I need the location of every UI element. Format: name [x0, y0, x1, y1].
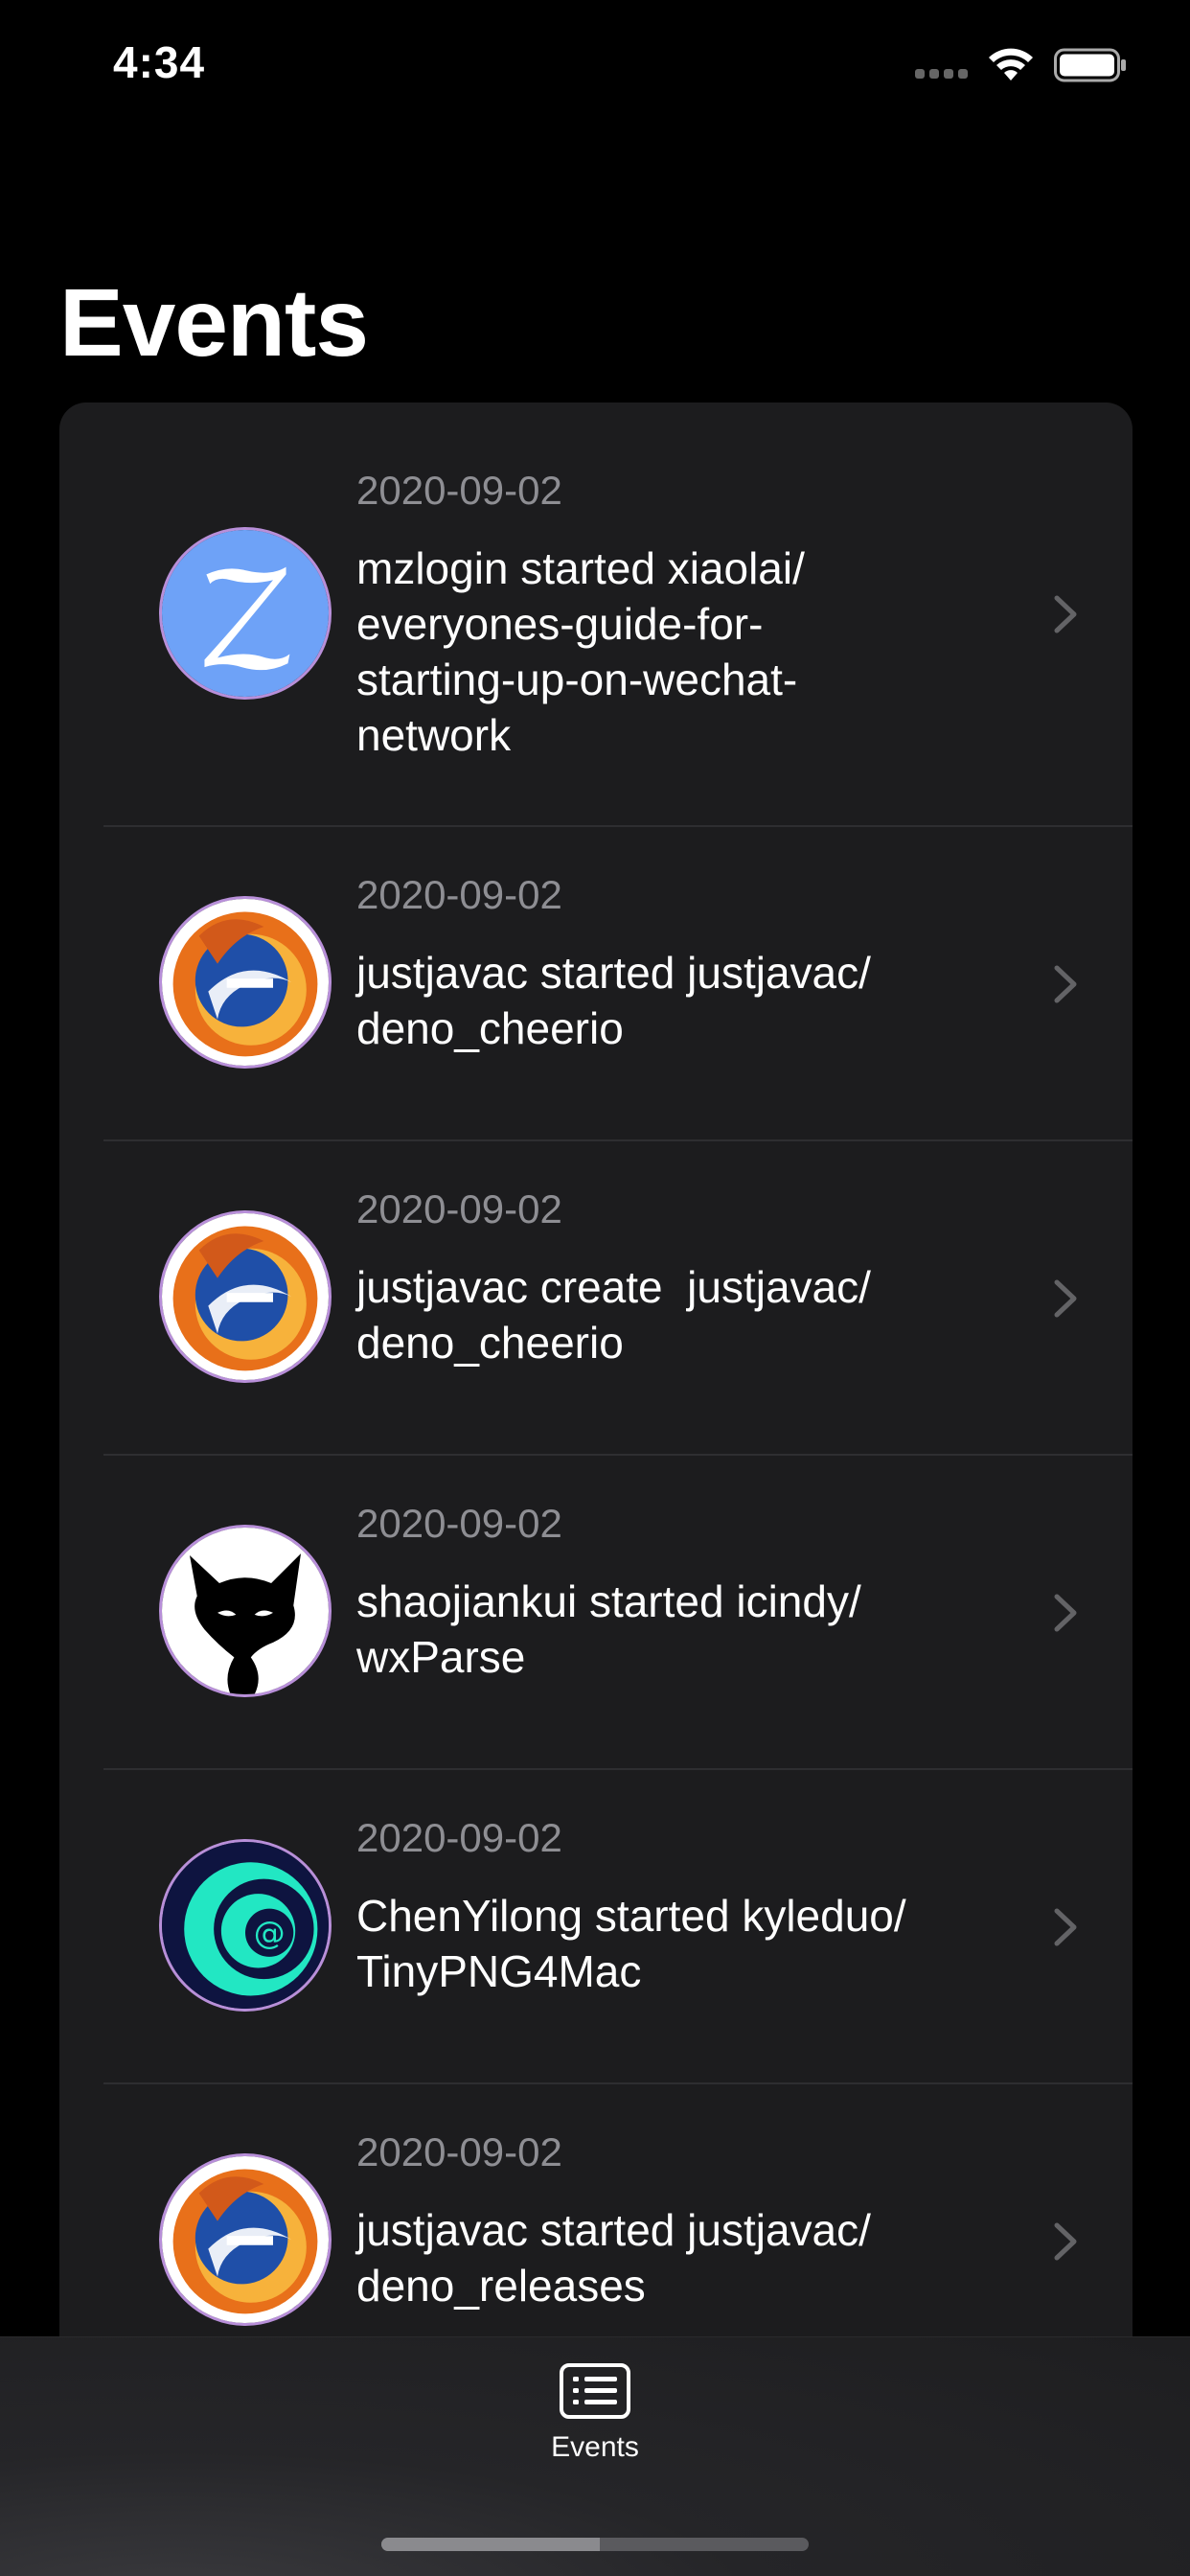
black-fox-avatar — [159, 1525, 332, 1697]
events-list: 2020-09-02 mzlogin started xiaolai/ ever… — [59, 402, 1133, 2415]
firefox-ie-avatar — [159, 896, 332, 1069]
list-icon — [560, 2363, 630, 2419]
event-date: 2020-09-02 — [356, 1501, 562, 1546]
page-title: Events — [59, 269, 369, 377]
event-description: ChenYilong started kyleduo/ TinyPNG4Mac — [356, 1891, 906, 1996]
events-screen: 4:34 Events 2020-09-02 mzlogin started x… — [0, 0, 1190, 2576]
event-date: 2020-09-02 — [356, 468, 562, 513]
event-row[interactable]: 2020-09-02 justjavac create justjavac/ d… — [59, 1141, 1133, 1456]
event-row[interactable]: @ 2020-09-02 ChenYilong started kyleduo/… — [59, 1770, 1133, 2084]
tab-events[interactable]: Events — [523, 2362, 667, 2506]
firefox-ie-avatar — [159, 1210, 332, 1383]
event-description: shaojiankui started icindy/ wxParse — [356, 1576, 861, 1682]
status-bar: 4:34 — [0, 0, 1190, 134]
teal-at-avatar: @ — [159, 1839, 332, 2012]
svg-text:@: @ — [254, 1914, 286, 1951]
wifi-icon — [989, 48, 1033, 80]
chevron-right-icon — [1054, 2222, 1077, 2261]
home-indicator[interactable] — [381, 2538, 809, 2551]
tab-label: Events — [551, 2431, 639, 2463]
event-row[interactable]: 2020-09-02 shaojiankui started icindy/ w… — [59, 1456, 1133, 1770]
event-description: justjavac started justjavac/ deno_releas… — [356, 2205, 871, 2311]
z-letter-avatar — [159, 527, 332, 700]
event-description: mzlogin started xiaolai/ everyones-guide… — [356, 543, 805, 760]
event-date: 2020-09-02 — [356, 872, 562, 917]
event-description: justjavac create justjavac/ deno_cheerio — [356, 1262, 871, 1368]
event-row[interactable]: 2020-09-02 justjavac started justjavac/ … — [59, 827, 1133, 1141]
event-date: 2020-09-02 — [356, 1815, 562, 1860]
status-time: 4:34 — [113, 37, 206, 87]
event-date: 2020-09-02 — [356, 1186, 562, 1231]
event-row[interactable]: 2020-09-02 mzlogin started xiaolai/ ever… — [59, 402, 1133, 827]
chevron-right-icon — [1054, 1279, 1077, 1318]
event-date: 2020-09-02 — [356, 2129, 562, 2174]
firefox-ie-avatar — [159, 2153, 332, 2326]
chevron-right-icon — [1054, 1594, 1077, 1632]
chevron-right-icon — [1054, 1908, 1077, 1946]
home-indicator-highlight — [381, 2538, 600, 2551]
chevron-right-icon — [1054, 595, 1077, 633]
chevron-right-icon — [1054, 965, 1077, 1003]
event-description: justjavac started justjavac/ deno_cheeri… — [356, 948, 871, 1053]
cellular-signal-icon — [915, 69, 968, 79]
battery-icon — [1054, 48, 1126, 82]
